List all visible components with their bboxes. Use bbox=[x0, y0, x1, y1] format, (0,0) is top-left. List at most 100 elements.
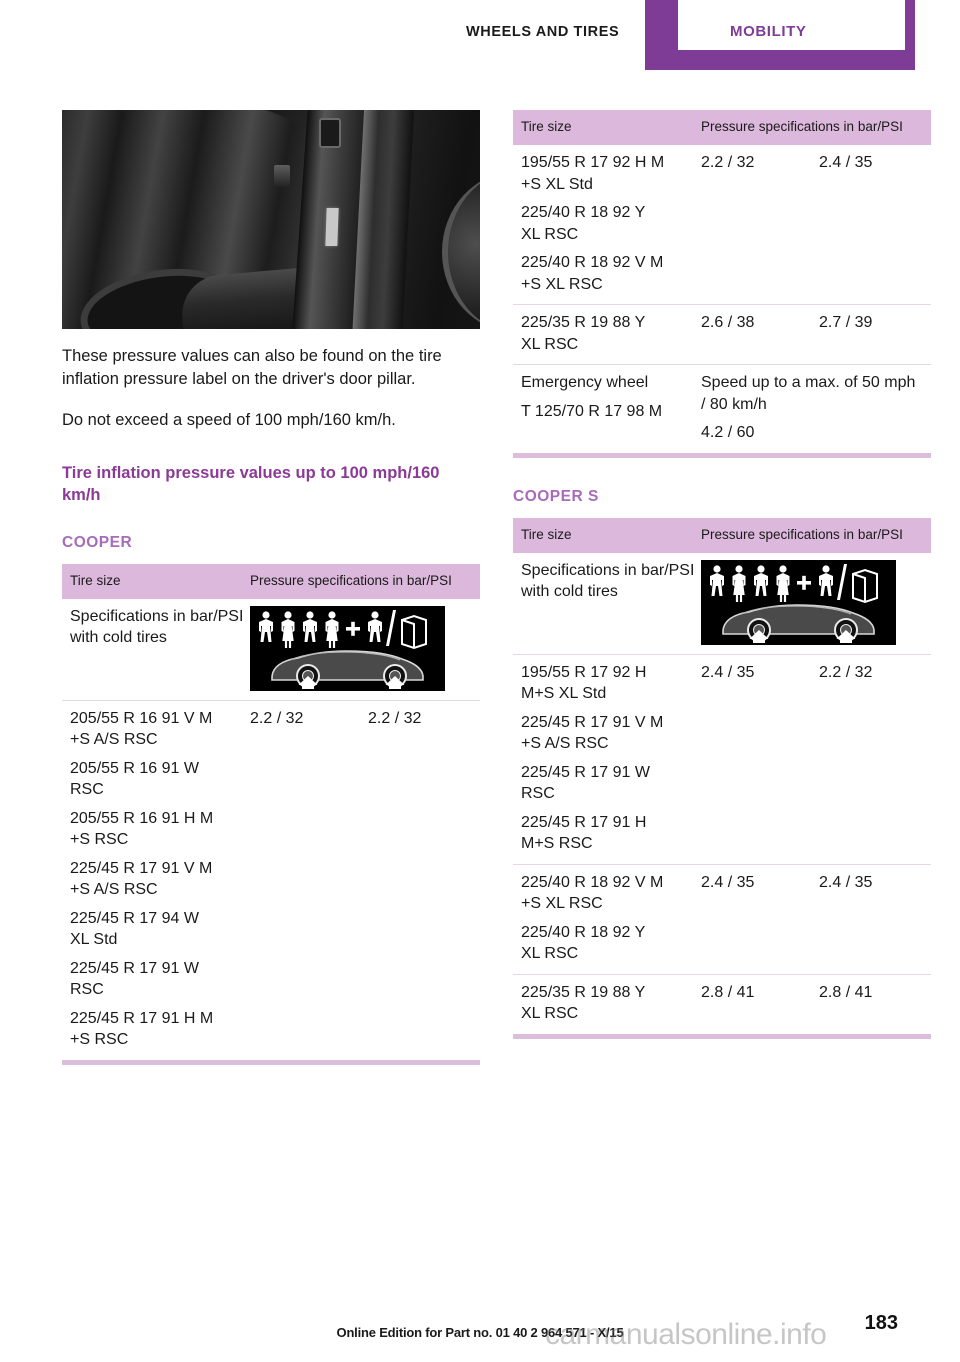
tire-size-line: 225/40 R 18 92 Y bbox=[521, 923, 646, 941]
tire-size-entry: 225/45 R 17 91 W RSC bbox=[521, 762, 697, 805]
tire-size-entry: 225/40 R 18 92 V M +S XL RSC bbox=[521, 252, 697, 295]
tire-size-line: XL RSC bbox=[521, 225, 579, 243]
cell-pressure-rear: 2.2 / 32 bbox=[819, 662, 923, 855]
emergency-wheel-size: T 125/70 R 17 98 M bbox=[521, 402, 663, 420]
tire-size-entry: 195/55 R 17 92 H M +S XL Std bbox=[521, 152, 697, 195]
tire-pressure-label-marker bbox=[325, 208, 339, 246]
pressure-value: 2.2 / 32 bbox=[819, 663, 873, 681]
table-row-emergency-wheel: Emergency wheel T 125/70 R 17 98 M Speed… bbox=[513, 365, 931, 453]
tire-size-line: 205/55 R 16 91 V M bbox=[70, 709, 213, 727]
photo-door-handle-shape bbox=[319, 118, 341, 148]
tire-size-line: RSC bbox=[70, 981, 104, 998]
tire-size-line: 225/40 R 18 92 V M bbox=[521, 254, 664, 271]
tire-size-line: 225/45 R 17 94 W bbox=[70, 909, 199, 927]
cell-pressure-front: 2.4 / 35 bbox=[701, 662, 819, 855]
left-column: These pressure values can also be found … bbox=[62, 110, 480, 1065]
section-heading: Tire inflation pressure values up to 100… bbox=[62, 463, 440, 504]
tire-size-line: +S A/S RSC bbox=[70, 731, 158, 748]
tire-size-entry: 225/45 R 17 91 V M +S A/S RSC bbox=[521, 712, 697, 755]
intro-paragraph-1: These pressure values can also be found … bbox=[62, 347, 442, 388]
tire-size-line: 225/45 R 17 91 V M bbox=[521, 713, 664, 731]
tire-size-entry: 225/45 R 17 94 W XL Std bbox=[70, 908, 246, 951]
tire-size-entry: 225/45 R 17 91 H M +S RSC bbox=[70, 1008, 246, 1051]
table-row: 225/35 R 19 88 Y XL RSC 2.8 / 41 2.8 / 4… bbox=[513, 975, 931, 1034]
tire-size-line: +S RSC bbox=[70, 1031, 129, 1048]
cell-emergency-wheel-label: Emergency wheel T 125/70 R 17 98 M bbox=[521, 372, 701, 444]
tire-size-line: RSC bbox=[521, 785, 555, 802]
door-pillar-photo bbox=[62, 110, 480, 329]
site-watermark: carmanualsonline.info bbox=[545, 1318, 827, 1351]
cell-emergency-wheel-values: Speed up to a max. of 50 mph / 80 km/h 4… bbox=[701, 372, 923, 444]
table-row: 225/35 R 19 88 Y XL RSC 2.6 / 38 2.7 / 3… bbox=[513, 305, 931, 365]
pressure-value: 2.6 / 38 bbox=[701, 314, 755, 331]
tire-size-entry: 225/40 R 18 92 V M +S XL RSC bbox=[521, 872, 697, 915]
column-header-pressure: Pressure specifications in bar/PSI bbox=[701, 526, 903, 542]
pressure-value: 2.4 / 35 bbox=[819, 873, 873, 891]
column-header-tire-size: Tire size bbox=[521, 526, 572, 542]
load-pressure-diagram-icon bbox=[250, 605, 445, 691]
model-heading-cooper-s: COOPER S bbox=[513, 487, 599, 505]
cell-pressure-front: 2.6 / 38 bbox=[701, 312, 819, 355]
table-row-spec-legend: Specifications in bar/PSI with cold tire… bbox=[513, 553, 931, 655]
table-row: 205/55 R 16 91 V M +S A/S RSC 205/55 R 1… bbox=[62, 701, 480, 1060]
cooper-pressure-table-continued: Tire size Pressure specifications in bar… bbox=[513, 110, 931, 458]
tire-size-line: XL Std bbox=[70, 931, 118, 948]
page-header: WHEELS AND TIRES MOBILITY bbox=[0, 0, 960, 72]
tire-size-line: +S A/S RSC bbox=[521, 735, 609, 752]
pressure-value: 2.8 / 41 bbox=[819, 983, 873, 1001]
pressure-value: 2.8 / 41 bbox=[701, 983, 755, 1001]
pressure-value: 2.4 / 35 bbox=[701, 873, 755, 891]
photo-door-latch-shape bbox=[274, 165, 290, 187]
cell-tire-sizes: 225/35 R 19 88 Y XL RSC bbox=[521, 312, 701, 355]
page-number: 183 bbox=[864, 1312, 898, 1334]
model-heading-cooper: COOPER bbox=[62, 533, 133, 551]
cell-pressure-rear: 2.8 / 41 bbox=[819, 982, 923, 1025]
tire-size-line: +S XL RSC bbox=[521, 895, 603, 912]
tire-size-line: M+S XL Std bbox=[521, 685, 607, 702]
table-row: 195/55 R 17 92 H M+S XL Std 225/45 R 17 … bbox=[513, 655, 931, 865]
pressure-value: 2.4 / 35 bbox=[701, 663, 755, 681]
cell-tire-sizes: 225/35 R 19 88 Y XL RSC bbox=[521, 982, 701, 1025]
tire-size-line: RSC bbox=[70, 781, 104, 798]
cell-pressure-rear: 2.4 / 35 bbox=[819, 152, 923, 295]
pressure-value: 2.2 / 32 bbox=[250, 709, 304, 727]
tire-size-line: XL RSC bbox=[521, 335, 579, 353]
column-header-tire-size: Tire size bbox=[521, 119, 572, 134]
table-bottom-rule bbox=[62, 1059, 480, 1065]
tire-size-line: 225/40 R 18 92 Y bbox=[521, 204, 646, 221]
tire-size-entry: 195/55 R 17 92 H M+S XL Std bbox=[521, 662, 697, 705]
right-column: Tire size Pressure specifications in bar… bbox=[513, 110, 931, 1039]
tire-size-line: M+S RSC bbox=[521, 835, 593, 852]
cell-tire-sizes: 205/55 R 16 91 V M +S A/S RSC 205/55 R 1… bbox=[70, 708, 250, 1051]
spec-legend-label: Specifications in bar/PSI with cold tire… bbox=[521, 561, 695, 601]
tire-size-line: XL RSC bbox=[521, 1005, 579, 1022]
column-header-tire-size: Tire size bbox=[70, 572, 121, 588]
emergency-pressure-value: 4.2 / 60 bbox=[701, 424, 755, 441]
pressure-value: 2.7 / 39 bbox=[819, 314, 873, 331]
tire-size-entry: 225/35 R 19 88 Y XL RSC bbox=[521, 982, 697, 1025]
cell-tire-sizes: 225/40 R 18 92 V M +S XL RSC 225/40 R 18… bbox=[521, 872, 701, 965]
tire-size-line: 205/55 R 16 91 H M bbox=[70, 809, 214, 827]
cell-pressure-rear: 2.7 / 39 bbox=[819, 312, 923, 355]
tire-size-entry: 225/40 R 18 92 Y XL RSC bbox=[521, 922, 697, 965]
cell-pressure-rear: 2.2 / 32 bbox=[368, 708, 472, 1051]
tire-size-entry: 225/40 R 18 92 Y XL RSC bbox=[521, 202, 697, 245]
emergency-speed-limit: Speed up to a max. of 50 mph / 80 km/h bbox=[701, 374, 916, 413]
cooper-s-pressure-table: Tire size Pressure specifications in bar… bbox=[513, 517, 931, 1039]
column-header-pressure: Pressure specifications in bar/PSI bbox=[701, 119, 903, 134]
tire-size-line: XL RSC bbox=[521, 945, 579, 962]
intro-paragraph-2: Do not exceed a speed of 100 mph/160 km/… bbox=[62, 411, 396, 429]
tire-size-line: 225/45 R 17 91 H M bbox=[70, 1009, 214, 1027]
cell-pressure-front: 2.8 / 41 bbox=[701, 982, 819, 1025]
table-header-row: Tire size Pressure specifications in bar… bbox=[513, 110, 931, 145]
tire-size-line: 225/45 R 17 91 H bbox=[521, 813, 647, 831]
tire-size-line: +S XL RSC bbox=[521, 275, 603, 293]
tire-size-entry: 225/45 R 17 91 H M+S RSC bbox=[521, 812, 697, 855]
tire-size-line: 225/45 R 17 91 W bbox=[70, 959, 199, 977]
cell-tire-sizes: 195/55 R 17 92 H M+S XL Std 225/45 R 17 … bbox=[521, 662, 701, 855]
table-row: 225/40 R 18 92 V M +S XL RSC 225/40 R 18… bbox=[513, 865, 931, 975]
header-chapter-title: WHEELS AND TIRES bbox=[466, 24, 620, 40]
tire-size-line: +S RSC bbox=[70, 831, 129, 848]
tire-size-line: 225/40 R 18 92 V M bbox=[521, 873, 664, 891]
tire-size-line: 195/55 R 17 92 H M bbox=[521, 154, 665, 171]
